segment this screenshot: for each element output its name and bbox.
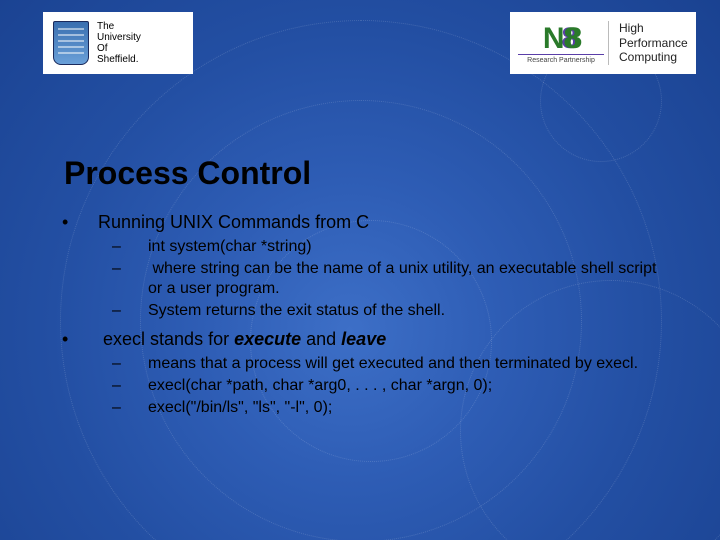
emphasis: leave bbox=[341, 329, 386, 349]
slide-title: Process Control bbox=[64, 155, 311, 192]
n8-mark-block: N8 Research Partnership bbox=[510, 22, 604, 64]
crest-icon bbox=[53, 21, 89, 65]
hpc-line: Computing bbox=[619, 50, 677, 64]
hpc-line: High bbox=[619, 21, 644, 35]
bullet-level-1: Running UNIX Commands from C bbox=[70, 212, 670, 233]
slide-body: Running UNIX Commands from C int system(… bbox=[70, 212, 670, 420]
bullet-text: Running UNIX Commands from C bbox=[98, 212, 369, 232]
bullet-text-part: and bbox=[301, 329, 341, 349]
university-name: The University Of Sheffield. bbox=[97, 21, 141, 65]
n8-wordmark: N8 bbox=[518, 22, 604, 56]
uni-line: University bbox=[97, 32, 141, 43]
bullet-level-1: execl stands for execute and leave bbox=[70, 329, 670, 350]
bullet-text: System returns the exit status of the sh… bbox=[148, 302, 445, 319]
n8-hpc-logo: N8 Research Partnership High Performance… bbox=[510, 12, 696, 74]
n8-letter-n: N bbox=[543, 22, 564, 55]
bullet-text: execl("/bin/ls", "ls", "-l", 0); bbox=[148, 399, 332, 416]
bullet-text-part: execl stands for bbox=[103, 329, 234, 349]
bullet-level-2: System returns the exit status of the sh… bbox=[70, 301, 670, 321]
bullet-level-2: where string can be the name of a unix u… bbox=[70, 259, 670, 299]
bullet-level-2: execl(char *path, char *arg0, . . . , ch… bbox=[70, 376, 670, 396]
hpc-label: High Performance Computing bbox=[608, 21, 688, 64]
bullet-text: means that a process will get executed a… bbox=[148, 355, 638, 372]
uni-line: Sheffield. bbox=[97, 54, 139, 65]
slide: The University Of Sheffield. N8 Research… bbox=[0, 0, 720, 540]
bullet-level-2: int system(char *string) bbox=[70, 237, 670, 257]
emphasis: execute bbox=[234, 329, 301, 349]
bullet-level-2: means that a process will get executed a… bbox=[70, 354, 670, 374]
uni-line: The bbox=[97, 21, 114, 32]
bullet-level-2: execl("/bin/ls", "ls", "-l", 0); bbox=[70, 398, 670, 418]
n8-digit-8: 8 bbox=[563, 22, 579, 55]
bullet-text: where string can be the name of a unix u… bbox=[148, 260, 656, 297]
header: The University Of Sheffield. N8 Research… bbox=[0, 0, 720, 86]
university-sheffield-logo: The University Of Sheffield. bbox=[43, 12, 193, 74]
bullet-text: int system(char *string) bbox=[148, 238, 312, 255]
bullet-text: execl(char *path, char *arg0, . . . , ch… bbox=[148, 377, 492, 394]
hpc-line: Performance bbox=[619, 36, 688, 50]
uni-line: Of bbox=[97, 43, 108, 54]
